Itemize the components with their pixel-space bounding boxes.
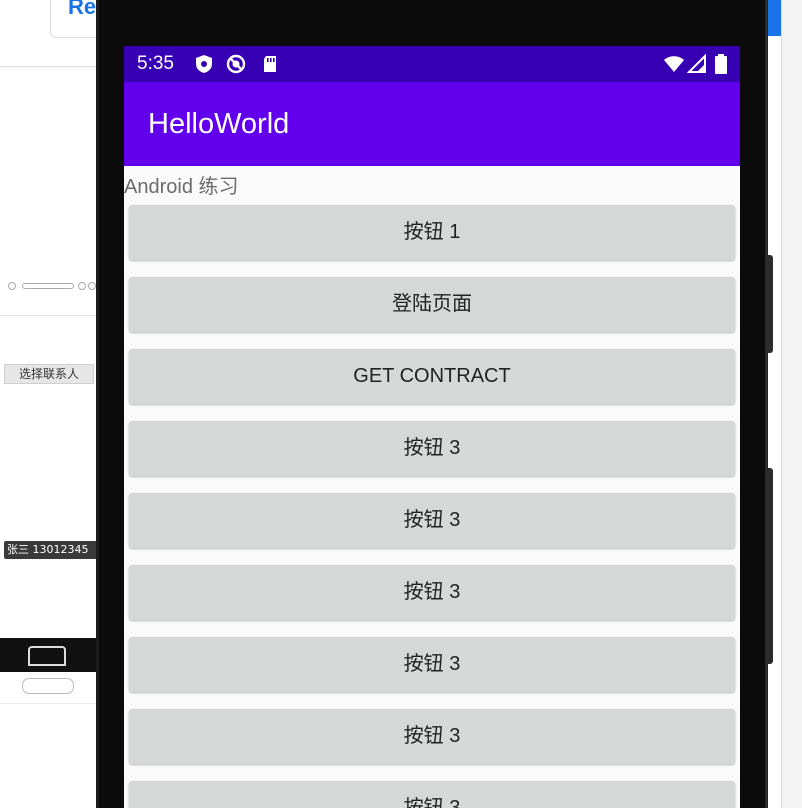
background-divider <box>0 703 98 704</box>
mini-select-contact-button: 选择联系人 <box>4 364 94 384</box>
app-title: HelloWorld <box>148 108 290 140</box>
wifi-icon <box>664 56 684 72</box>
button-3[interactable]: 按钮 3 <box>129 493 735 548</box>
phone-power-button[interactable] <box>767 468 773 664</box>
background-divider <box>0 66 100 67</box>
sd-card-icon <box>264 56 276 72</box>
mini-circle-icon <box>88 282 96 290</box>
mini-circle-icon <box>78 282 86 290</box>
button-3[interactable]: 按钮 3 <box>129 781 735 808</box>
home-icon <box>28 646 66 666</box>
login-page-button[interactable]: 登陆页面 <box>129 277 735 332</box>
background-card-text[interactable]: Re <box>68 0 96 20</box>
button-3[interactable]: 按钮 3 <box>129 637 735 692</box>
status-bar: 5:35 <box>124 46 740 82</box>
mini-pill-shape <box>22 678 74 694</box>
mini-contact-row: 张三 13012345 <box>4 541 101 559</box>
get-contract-button[interactable]: GET CONTRACT <box>129 349 735 404</box>
no-disturb-icon <box>226 54 246 74</box>
signal-icon <box>687 54 706 73</box>
intro-text: Android 练习 <box>124 176 239 198</box>
phone-volume-button[interactable] <box>767 255 773 353</box>
status-time: 5:35 <box>137 53 174 74</box>
app-bar: HelloWorld <box>124 82 740 166</box>
button-3[interactable]: 按钮 3 <box>129 565 735 620</box>
mini-nav-bar <box>0 638 98 672</box>
shield-icon <box>196 55 212 73</box>
mini-pill-shape <box>22 283 74 289</box>
battery-icon <box>715 54 727 74</box>
mini-preview-toolbar <box>8 280 100 292</box>
background-right-panel <box>781 0 802 808</box>
button-1[interactable]: 按钮 1 <box>129 205 735 260</box>
phone-screen: 5:35 HelloWorld Android 练习 按钮 1 登陆页面 GET… <box>124 46 740 808</box>
button-3[interactable]: 按钮 3 <box>129 421 735 476</box>
background-divider <box>0 315 98 316</box>
button-3[interactable]: 按钮 3 <box>129 709 735 764</box>
mini-circle-icon <box>8 282 16 290</box>
